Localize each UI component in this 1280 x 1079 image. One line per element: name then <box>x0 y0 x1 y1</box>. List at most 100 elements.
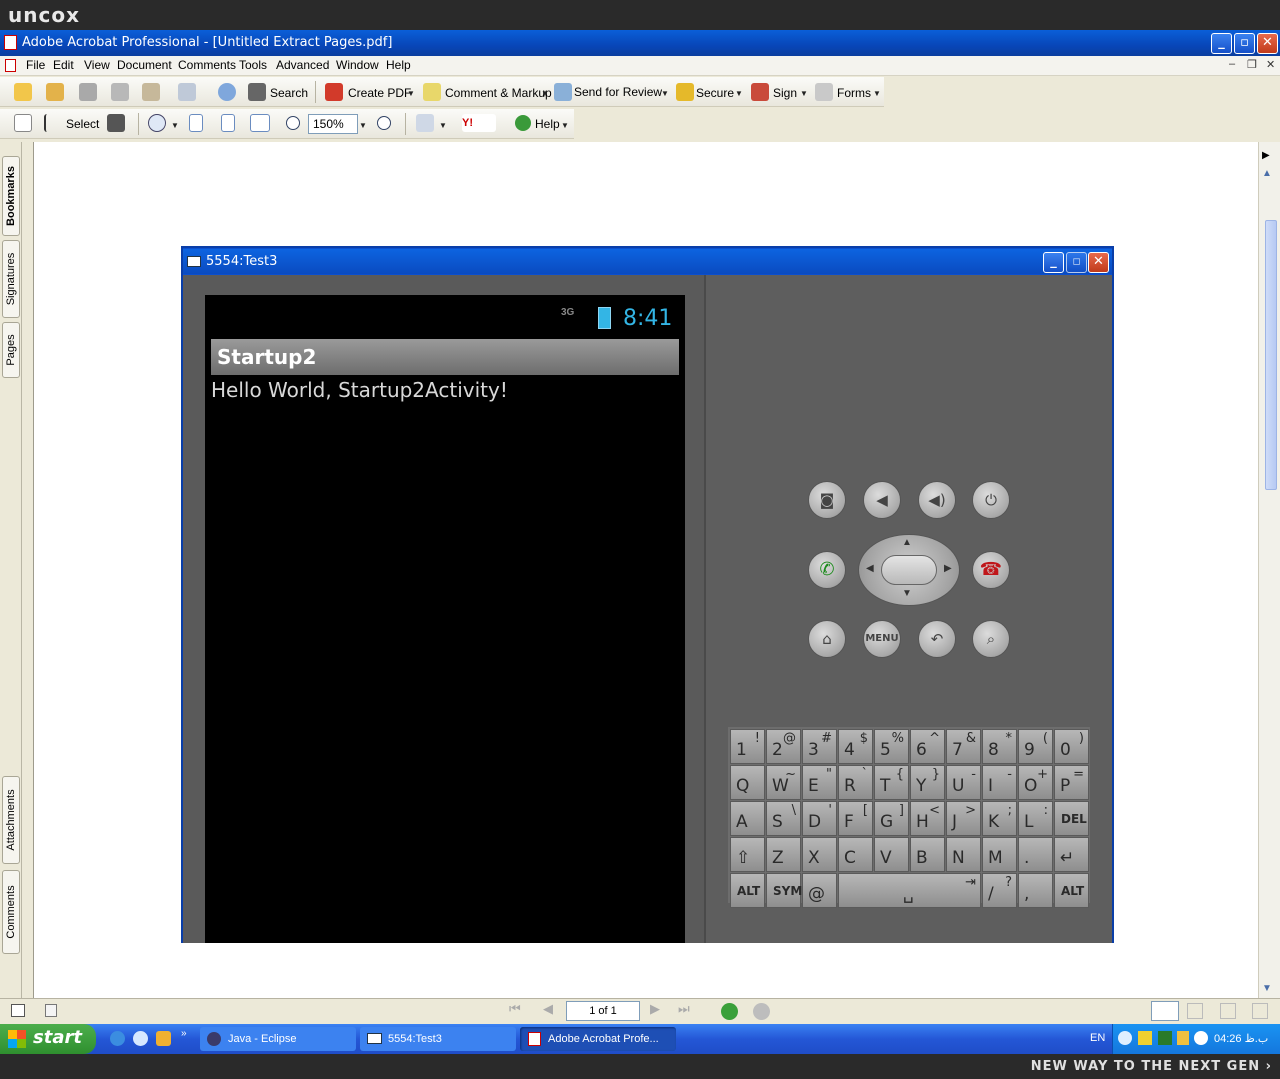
actual-size-icon[interactable] <box>189 114 203 132</box>
key-alt-right[interactable]: ALT <box>1054 873 1089 908</box>
key-4-9[interactable]: . <box>1018 837 1053 872</box>
menu-advanced[interactable]: Advanced <box>276 58 329 72</box>
key-1-1[interactable]: 1! <box>730 729 765 764</box>
call-button[interactable]: ✆ <box>808 551 846 589</box>
comment-markup-button[interactable]: Comment & Markup <box>445 86 552 100</box>
home-button[interactable]: ⌂ <box>808 620 846 658</box>
key-4-6[interactable]: B <box>910 837 945 872</box>
chevron-down-icon[interactable]: ▼ <box>873 89 881 98</box>
minimize-button[interactable]: _ <box>1211 33 1232 54</box>
first-page-icon[interactable]: ⏮ <box>509 1001 521 1017</box>
key-1-8[interactable]: 8 * <box>982 729 1017 764</box>
close-button[interactable]: ✕ <box>1257 33 1278 54</box>
network-tray-icon[interactable] <box>1158 1031 1172 1045</box>
save-icon[interactable] <box>79 83 97 101</box>
key-3-3[interactable]: D ' <box>802 801 837 836</box>
key-4-2[interactable]: Z <box>766 837 801 872</box>
continuous-facing-layout-icon[interactable] <box>1252 1003 1268 1019</box>
key-3-8[interactable]: K; <box>982 801 1017 836</box>
facing-layout-icon[interactable] <box>1220 1003 1236 1019</box>
hand-tool-icon[interactable] <box>14 114 32 132</box>
zoom-out-icon[interactable] <box>286 116 300 130</box>
start-button[interactable]: start <box>0 1024 96 1054</box>
key-1-3[interactable]: 3 # <box>802 729 837 764</box>
tab-signatures[interactable]: Signatures <box>2 240 20 318</box>
menu-edit[interactable]: Edit <box>53 58 74 72</box>
scroll-up-icon[interactable]: ▲ <box>1262 168 1272 179</box>
chevron-down-icon[interactable]: ▼ <box>735 89 743 98</box>
key-slash[interactable]: /? <box>982 873 1017 908</box>
previous-page-icon[interactable]: ◀ <box>543 1001 553 1017</box>
dpad-up-icon[interactable]: ▲ <box>902 537 912 548</box>
create-pdf-icon[interactable] <box>325 83 343 101</box>
page-thumbnail-icon[interactable] <box>45 1004 57 1017</box>
rotate-icon[interactable] <box>416 114 434 132</box>
web-icon[interactable] <box>218 83 236 101</box>
zoom-in-tool-icon[interactable] <box>148 114 166 132</box>
emulator-close-button[interactable]: ✕ <box>1088 252 1109 273</box>
zoom-in-icon[interactable] <box>377 116 391 130</box>
fit-page-icon[interactable] <box>221 114 235 132</box>
task-acrobat[interactable]: Adobe Acrobat Profe... <box>520 1027 676 1051</box>
single-page-layout-icon[interactable] <box>1151 1001 1179 1021</box>
ie-icon[interactable] <box>110 1031 125 1046</box>
task-emulator[interactable]: 5554:Test3 <box>360 1027 516 1051</box>
go-forward-icon[interactable] <box>753 1003 770 1020</box>
page-indicator[interactable]: 1 of 1 <box>566 1001 640 1021</box>
key-2-1[interactable]: Q <box>730 765 765 800</box>
tray-expand-icon[interactable] <box>1118 1031 1132 1045</box>
toggle-nav-pane-icon[interactable] <box>11 1004 25 1017</box>
key-4-5[interactable]: V <box>874 837 909 872</box>
sign-button[interactable]: Sign <box>773 86 797 100</box>
options-arrow-icon[interactable]: ▶ <box>1262 150 1270 161</box>
tray-app-icon[interactable] <box>1138 1031 1152 1045</box>
key-2-2[interactable]: W ~ <box>766 765 801 800</box>
menu-view[interactable]: View <box>84 58 110 72</box>
dpad-center-button[interactable] <box>881 555 937 585</box>
search-key-button[interactable]: ⌕ <box>972 620 1010 658</box>
menu-window[interactable]: Window <box>336 58 379 72</box>
pane-splitter[interactable] <box>22 142 34 998</box>
help-button[interactable]: Help <box>535 117 560 131</box>
key-3-2[interactable]: S \ <box>766 801 801 836</box>
help-icon[interactable] <box>515 115 531 131</box>
menu-comments[interactable]: Comments <box>178 58 236 72</box>
key-1-5[interactable]: 5% <box>874 729 909 764</box>
search-icon[interactable] <box>248 83 266 101</box>
secure-button[interactable]: Secure <box>696 86 734 100</box>
key-3-1[interactable]: A <box>730 801 765 836</box>
select-tool-icon[interactable] <box>44 114 54 132</box>
camera-button[interactable]: ◙ <box>808 481 846 519</box>
key-sym[interactable]: SYM <box>766 873 802 908</box>
menu-tools[interactable]: Tools <box>239 58 267 72</box>
key-2-9[interactable]: O + <box>1018 765 1053 800</box>
key-1-9[interactable]: 9( <box>1018 729 1053 764</box>
attach-icon[interactable] <box>178 83 196 101</box>
chevron-down-icon[interactable]: ▼ <box>407 89 415 98</box>
fit-width-icon[interactable] <box>250 114 270 132</box>
maximize-button[interactable]: ▫ <box>1234 33 1255 54</box>
volume-up-button[interactable]: ◀) <box>918 481 956 519</box>
key-2-3[interactable]: E " <box>802 765 837 800</box>
create-pdf-button[interactable]: Create PDF <box>348 86 411 100</box>
dpad-left-icon[interactable]: ◀ <box>866 563 874 574</box>
key-4-7[interactable]: N <box>946 837 981 872</box>
key-4-1[interactable]: ⇧ <box>730 837 765 872</box>
key-1-7[interactable]: 7 & <box>946 729 981 764</box>
key-2-5[interactable]: T{ <box>874 765 909 800</box>
volume-down-button[interactable]: ◀ <box>863 481 901 519</box>
organizer-icon[interactable] <box>46 83 64 101</box>
key-1-10[interactable]: 0) <box>1054 729 1089 764</box>
key-comma[interactable]: , <box>1018 873 1053 908</box>
emulator-minimize-button[interactable]: _ <box>1043 252 1064 273</box>
last-page-icon[interactable]: ⏭ <box>678 1001 690 1017</box>
next-page-icon[interactable]: ▶ <box>650 1001 660 1017</box>
key-space[interactable]: ␣ ⇥ <box>838 873 981 908</box>
send-review-button[interactable]: Send for Review <box>574 85 662 99</box>
chevron-down-icon[interactable]: ▼ <box>541 89 549 98</box>
key-2-7[interactable]: U- <box>946 765 981 800</box>
key-alt-left[interactable]: ALT <box>730 873 765 908</box>
language-indicator[interactable]: EN <box>1090 1032 1105 1044</box>
key-2-10[interactable]: P = <box>1054 765 1089 800</box>
tab-attachments[interactable]: Attachments <box>2 776 20 864</box>
